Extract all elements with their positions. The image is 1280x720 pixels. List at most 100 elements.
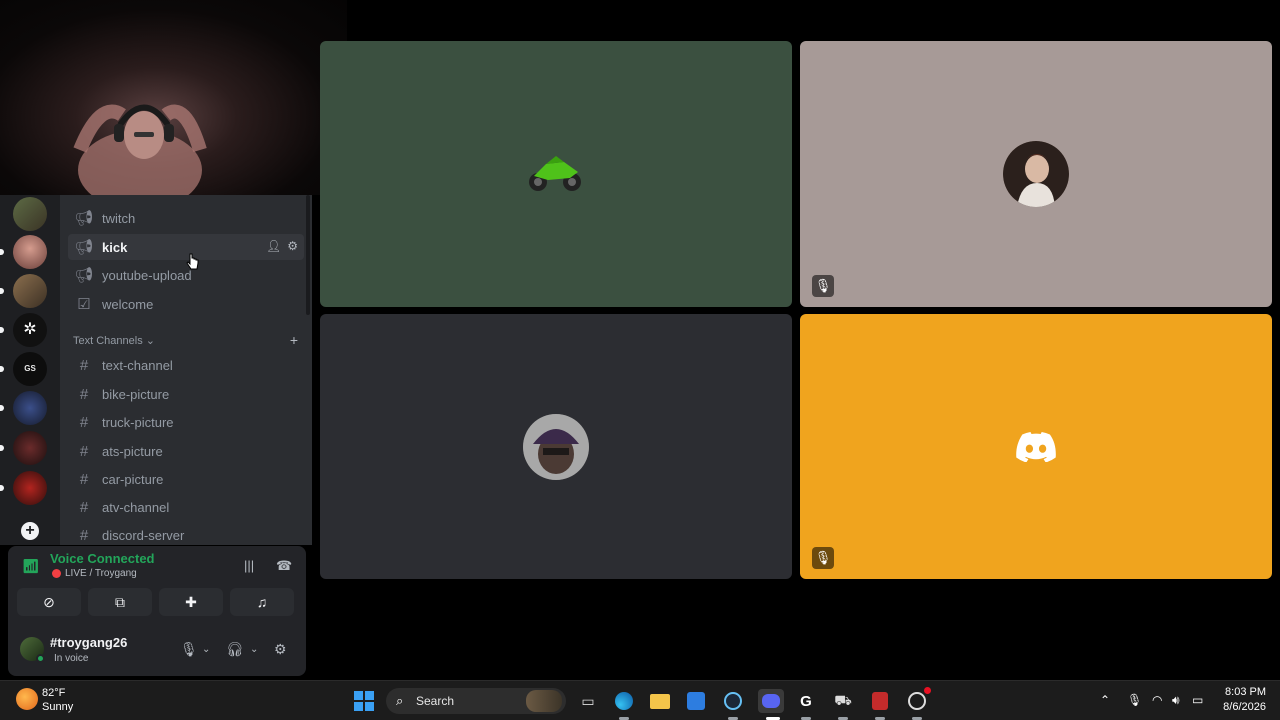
obs-app[interactable]: [905, 687, 931, 713]
voice-channel-info[interactable]: LIVE / Troygang: [52, 568, 137, 579]
unread-pip: [0, 288, 4, 294]
windows-logo-icon: [354, 691, 374, 711]
settings-gear-icon[interactable]: ⚙: [274, 641, 287, 658]
activities-icon: ✚: [185, 593, 197, 610]
video-tile[interactable]: [320, 314, 792, 579]
add-channel-icon[interactable]: +: [290, 333, 298, 348]
red-app[interactable]: [868, 689, 892, 713]
chevron-down-icon[interactable]: ⌄: [250, 644, 258, 655]
screen-share-button[interactable]: ⧉: [88, 588, 152, 616]
disconnect-icon[interactable]: ☎: [276, 558, 292, 574]
taskbar-search[interactable]: ⌕ Search: [386, 688, 566, 714]
hash-icon: #: [79, 413, 89, 431]
megaphone-icon: 📢︎: [74, 239, 94, 256]
discord-icon: [762, 694, 780, 708]
chevron-down-icon[interactable]: ⌄: [202, 644, 210, 655]
server-icon[interactable]: [13, 235, 47, 269]
username[interactable]: #troygang26: [50, 635, 127, 650]
steam-app[interactable]: [721, 689, 745, 713]
unread-pip: [0, 445, 4, 451]
user-status: In voice: [54, 653, 89, 664]
start-button[interactable]: [352, 689, 376, 713]
edge-icon: [615, 692, 633, 710]
steam-icon: [724, 692, 742, 710]
microphone-icon[interactable]: 🎙︎: [180, 641, 198, 658]
server-icon[interactable]: [13, 274, 47, 308]
volume-icon[interactable]: 🔊︎: [1172, 693, 1180, 708]
file-explorer-app[interactable]: [648, 689, 672, 713]
server-icon[interactable]: [13, 391, 47, 425]
category-label: Text Channels ⌄: [73, 335, 155, 347]
channel-car-picture[interactable]: # car-picture: [68, 466, 304, 492]
hash-icon: #: [79, 356, 89, 374]
channel-bike-picture[interactable]: # bike-picture: [68, 381, 304, 407]
battery-icon[interactable]: ▭: [1192, 693, 1203, 707]
soundboard-button[interactable]: ♫: [230, 588, 294, 616]
hash-icon: #: [79, 385, 89, 403]
user-avatar: [1003, 141, 1069, 207]
server-icon[interactable]: [13, 431, 47, 465]
unread-pip: [0, 249, 4, 255]
server-rail: ✲ GS: [0, 195, 60, 545]
server-icon[interactable]: ✲: [13, 313, 47, 347]
user-avatar: [523, 413, 589, 480]
video-tile[interactable]: [320, 41, 792, 307]
voice-connected-label[interactable]: Voice Connected: [50, 551, 155, 566]
channel-truck-picture[interactable]: # truck-picture: [68, 409, 304, 435]
channel-ats-picture[interactable]: # ats-picture: [68, 438, 304, 464]
scrollbar[interactable]: [306, 195, 310, 315]
headphones-icon[interactable]: 🎧︎: [226, 641, 244, 658]
red-app-icon: [872, 692, 888, 710]
clock-date[interactable]: 8/6/2026: [1218, 701, 1266, 713]
noise-suppression-icon[interactable]: |||: [244, 558, 254, 573]
wifi-icon[interactable]: ◠: [1152, 693, 1162, 707]
voice-status-panel: 📶︎ Voice Connected LIVE / Troygang ||| ☎…: [8, 546, 306, 626]
weather-temp[interactable]: 82°F: [42, 687, 65, 699]
discord-window: ✲ GS + 📢︎ twitch 📢︎ kick 👤︎ ⚙ 📢︎ youtube…: [0, 0, 1280, 720]
invite-icon[interactable]: 👤︎: [266, 239, 281, 253]
hand-cursor-icon: [186, 253, 199, 270]
g-hub-app[interactable]: G: [794, 689, 818, 713]
truck-game-app[interactable]: ⛟: [831, 689, 855, 713]
channel-list: 📢︎ twitch 📢︎ kick 👤︎ ⚙ 📢︎ youtube-upload…: [60, 195, 312, 545]
windows-taskbar: 82°F Sunny ⌕ Search ▭ G ⛟ ⌃ 🎙︎ ◠ 🔊︎ ▭ 8:…: [0, 680, 1280, 720]
recording-dot-icon: [924, 687, 931, 694]
online-status-icon: [36, 654, 45, 663]
motorcycle-avatar: [529, 156, 581, 191]
weather-condition[interactable]: Sunny: [42, 701, 73, 713]
search-highlight-image: [526, 690, 562, 712]
signal-icon[interactable]: 📶︎: [22, 558, 40, 575]
weather-icon[interactable]: [16, 688, 38, 710]
channel-twitch[interactable]: 📢︎ twitch: [68, 205, 304, 231]
gear-icon[interactable]: ⚙: [287, 239, 298, 253]
hash-icon: #: [79, 526, 89, 544]
clock-time[interactable]: 8:03 PM: [1222, 686, 1266, 698]
discord-app[interactable]: [758, 689, 784, 713]
channel-text-channel[interactable]: # text-channel: [68, 352, 304, 378]
channel-welcome[interactable]: ☑ welcome: [68, 291, 304, 317]
activities-button[interactable]: ✚: [159, 588, 223, 616]
task-view-button[interactable]: ▭: [576, 689, 600, 713]
megaphone-icon: 📢︎: [74, 210, 94, 227]
channel-atv-channel[interactable]: # atv-channel: [68, 494, 304, 520]
category-text-channels[interactable]: Text Channels ⌄ +: [73, 333, 298, 348]
discord-logo-icon: [1016, 432, 1056, 462]
add-server-icon[interactable]: +: [21, 522, 39, 540]
camera-off-icon: ⊘: [43, 593, 55, 610]
edge-app[interactable]: [612, 689, 636, 713]
server-icon[interactable]: [13, 197, 47, 231]
microsoft-store-app[interactable]: [684, 689, 708, 713]
screen-share-icon: ⧉: [115, 593, 125, 610]
channel-discord-server[interactable]: # discord-server: [68, 522, 304, 545]
microphone-tray-icon[interactable]: 🎙︎: [1127, 693, 1142, 707]
obs-icon: [908, 692, 926, 710]
camera-toggle-button[interactable]: ⊘: [17, 588, 81, 616]
search-icon: ⌕: [396, 693, 404, 708]
chevron-up-icon[interactable]: ⌃: [1100, 693, 1110, 707]
server-icon[interactable]: GS: [13, 352, 47, 386]
megaphone-icon: 📢︎: [74, 267, 94, 284]
video-tile[interactable]: 🎙︎: [800, 314, 1272, 579]
live-dot-icon: [52, 569, 61, 578]
video-tile[interactable]: 🎙︎: [800, 41, 1272, 307]
server-icon[interactable]: [13, 471, 47, 505]
